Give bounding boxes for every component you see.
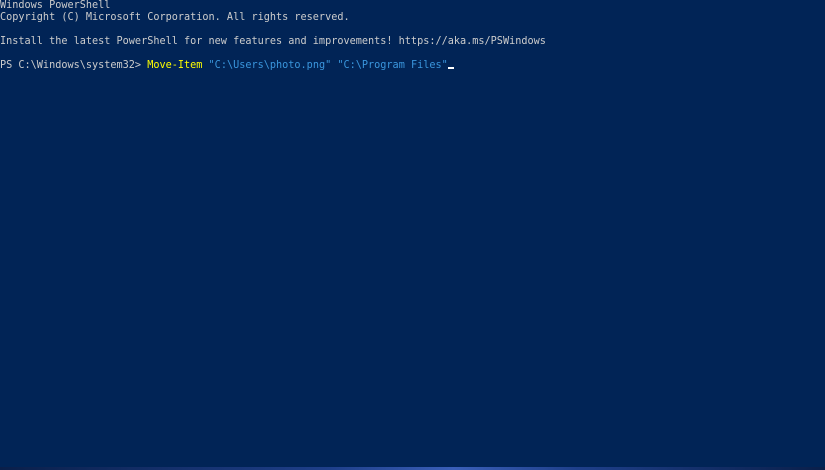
prompt-text: PS C:\Windows\system32> <box>0 60 148 72</box>
command-argument-source: "C:\Users\photo.png" <box>208 60 332 72</box>
copyright-line: Copyright (C) Microsoft Corporation. All… <box>0 12 350 24</box>
header-title-line: Windows PowerShell <box>0 0 111 11</box>
install-message-line: Install the latest PowerShell for new fe… <box>0 36 546 48</box>
command-line[interactable]: PS C:\Windows\system32> Move-Item "C:\Us… <box>0 60 825 72</box>
command-name: Move-Item <box>147 60 203 72</box>
text-cursor <box>447 67 454 70</box>
command-argument-destination: "C:\Program Files" <box>337 60 448 72</box>
powershell-console[interactable]: Windows PowerShell Copyright (C) Microso… <box>0 0 825 470</box>
